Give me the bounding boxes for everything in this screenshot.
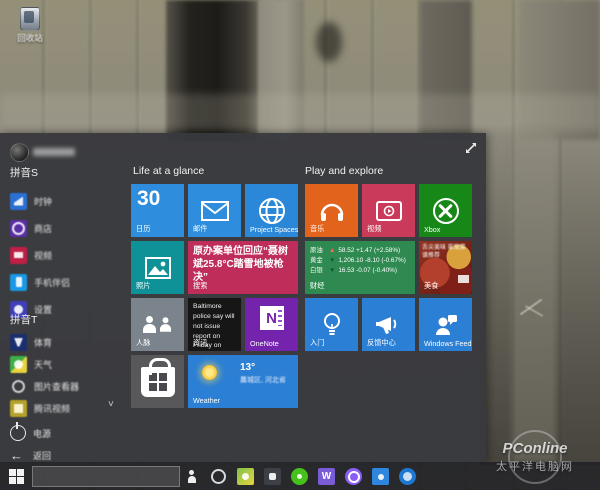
tile-finance-live[interactable]: 原油▲58.52 +1.47 (+2.58%) 黄金▼1,206.10 -8.1… [305,241,415,294]
calendar-day-number: 30 [137,187,160,211]
expand-start-menu-icon[interactable] [464,141,478,155]
tile-mail[interactable]: 邮件 [188,184,241,237]
app-group-header-s: 拼音S [10,165,38,180]
video-icon [10,247,27,264]
app-list-scroll-down-chevron[interactable]: ˅ [108,400,122,410]
tile-people[interactable]: 人脉 [131,298,184,351]
tile-xbox[interactable]: Xbox [419,184,472,237]
tile-food-live[interactable]: 舌尖美味 家常菜谱推荐 美食 [419,241,472,294]
phone-companion-icon [10,274,27,291]
tile-project-spaces[interactable]: Project Spaces [245,184,298,237]
settings-app-icon[interactable] [345,468,362,485]
app-list-item[interactable]: 图片查看器 [10,376,126,396]
user-avatar[interactable] [10,143,29,162]
app-list-item[interactable]: 视频 [10,245,126,265]
tile-photos[interactable]: 照片 [131,241,184,294]
store-bag-icon [131,355,184,408]
task-view-icon[interactable] [210,468,227,485]
food-tile-logo [458,275,469,283]
tile-windows-feedback[interactable]: Windows Feedb [419,298,472,351]
sun-icon [202,365,217,380]
wallpaper-rail [0,94,600,130]
search-tile-headline: 原办案单位回应“聂树斌25.8°C踏雪地被枪决” [193,245,294,284]
tile-news-live[interactable]: Baltimore police say will not issue repo… [188,298,241,351]
wallpaper-post [512,130,556,462]
tile-search-live[interactable]: 原办案单位回应“聂树斌25.8°C踏雪地被枪决” 搜索 [188,241,298,294]
power-button[interactable]: 电源 [10,423,126,443]
tencent-icon [10,400,27,417]
tile-group-title: Play and explore [305,165,383,177]
word-app-icon[interactable]: W [318,468,335,485]
sports-icon [10,334,27,351]
recycle-bin-shortcut[interactable]: 回收站 [8,5,52,49]
green-app-icon[interactable] [291,468,308,485]
app-list-item[interactable]: 时钟 [10,191,126,211]
store-icon [10,220,27,237]
back-arrow-icon: ← [10,449,26,462]
recycle-bin-label: 回收站 [8,32,52,44]
tile-video[interactable]: 视频 [362,184,415,237]
tile-calendar[interactable]: 30 日历 [131,184,184,237]
start-menu: 拼音S 时钟 商店 视频 手机伴侣 设置 拼音T 体育 天气 [0,133,486,462]
tile-weather-live[interactable]: 13° 藁城区, 河北省 Weather [188,355,298,408]
recycle-bin-icon-detail [24,11,34,23]
taskbar-search-box[interactable] [32,466,180,487]
weather-temperature: 13° [240,362,255,373]
tile-music[interactable]: 音乐 [305,184,358,237]
image-viewer-icon [10,378,27,395]
app-group-header-t: 拼音T [10,312,37,327]
tile-feedback-center[interactable]: 反馈中心 [362,298,415,351]
weather-location: 藁城区, 河北省 [240,375,286,385]
finance-quotes: 原油▲58.52 +1.47 (+2.58%) 黄金▼1,206.10 -8.1… [310,246,406,276]
app-list-item[interactable]: 天气 [10,354,126,374]
contact-app-icon[interactable] [183,468,200,485]
camera-app-icon[interactable] [264,468,281,485]
photos-app-icon[interactable] [237,468,254,485]
tile-store[interactable] [131,355,184,408]
tile-get-started[interactable]: 入门 [305,298,358,351]
blue-app-icon[interactable] [372,468,389,485]
app-list-item[interactable]: 体育 [10,332,126,352]
power-icon [10,425,26,441]
user-name-blurred [33,148,75,156]
food-tile-headline: 舌尖美味 家常菜谱推荐 [422,244,469,261]
app-list-item[interactable]: 手机伴侣 [10,272,126,292]
browser-app-icon[interactable] [399,468,416,485]
app-list-item[interactable]: 商店 [10,218,126,238]
desktop: 回收站 拼音S 时钟 商店 视频 手机伴侣 [0,0,600,490]
tile-group-title: Life at a glance [133,165,204,177]
wallpaper-knot [316,22,342,62]
weather-icon [10,356,27,373]
start-button[interactable] [9,469,24,484]
tile-onenote[interactable]: N OneNote [245,298,298,351]
clock-icon [10,193,27,210]
